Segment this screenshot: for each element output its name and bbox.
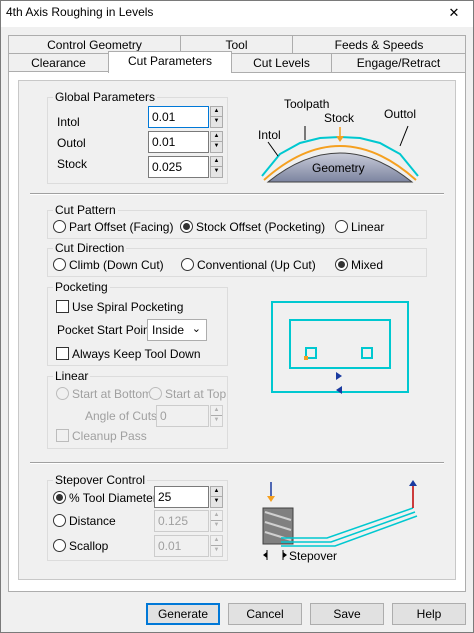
pocket-start-point-value: Inside	[152, 323, 185, 337]
tab-feeds-speeds[interactable]: Feeds & Speeds	[292, 35, 466, 55]
radio-mixed[interactable]	[335, 258, 348, 271]
linear-label[interactable]: Linear	[351, 220, 384, 234]
distance-label[interactable]: Distance	[69, 514, 116, 528]
direction-arrow-1	[336, 372, 342, 380]
part-offset-label[interactable]: Part Offset (Facing)	[69, 220, 173, 234]
scallop-input[interactable]: 0.01	[154, 535, 209, 557]
angle-of-cuts-input[interactable]: 0	[156, 405, 209, 427]
distance-input[interactable]: 0.125	[154, 510, 209, 532]
outtol-pointer	[399, 125, 409, 147]
outer-boundary	[271, 301, 409, 393]
tool-diameter-input[interactable]: 25	[154, 486, 209, 508]
retract-head	[409, 480, 417, 486]
pocket-start-point-label: Pocket Start Point	[57, 323, 154, 337]
outtol-label: Outtol	[384, 107, 416, 121]
radio-climb[interactable]	[53, 258, 66, 271]
scallop-label[interactable]: Scallop	[69, 539, 108, 553]
intol-diagram-label: Intol	[258, 128, 281, 142]
radio-stock-offset[interactable]	[180, 220, 193, 233]
start-top-label[interactable]: Start at Top	[165, 387, 226, 401]
outol-label: Outol	[57, 136, 86, 150]
chevron-down-icon: ⌄	[191, 323, 201, 335]
radio-linear[interactable]	[335, 220, 348, 233]
linear-title: Linear	[55, 369, 89, 383]
intol-input[interactable]: 0.01	[148, 106, 209, 128]
stepover-diagram: Stepover	[262, 480, 418, 563]
cleanup-pass-label[interactable]: Cleanup Pass	[72, 429, 147, 443]
outol-spinner[interactable]: ▲ ▼	[210, 131, 223, 153]
intol-spinner[interactable]: ▲ ▼	[210, 106, 223, 128]
intol-label: Intol	[57, 115, 80, 129]
tab-cut-parameters[interactable]: Cut Parameters	[108, 51, 232, 73]
pass-1	[281, 507, 414, 539]
stock-spinner[interactable]: ▲ ▼	[210, 156, 223, 178]
stock-label: Stock	[57, 157, 88, 171]
stock-input[interactable]: 0.025	[148, 156, 209, 178]
pocket-right	[361, 347, 373, 359]
tool-axis-head	[267, 496, 275, 502]
intol-pointer	[267, 141, 279, 157]
scallop-spinner[interactable]: ▲ ▼	[210, 535, 223, 557]
mixed-label[interactable]: Mixed	[351, 258, 383, 272]
start-bottom-label[interactable]: Start at Bottom	[72, 387, 152, 401]
radio-start-top[interactable]	[149, 387, 162, 400]
start-point-marker	[304, 356, 308, 360]
pocketing-diagram	[271, 301, 409, 394]
cut-pattern-title: Cut Pattern	[55, 203, 116, 217]
cleanup-pass-checkbox[interactable]	[56, 429, 69, 442]
distance-spinner[interactable]: ▲ ▼	[210, 510, 223, 532]
conventional-label[interactable]: Conventional (Up Cut)	[197, 258, 316, 272]
angle-of-cuts-label: Angle of Cuts	[85, 409, 158, 423]
save-button[interactable]: Save	[310, 603, 384, 625]
help-button[interactable]: Help	[392, 603, 466, 625]
cancel-button[interactable]: Cancel	[228, 603, 302, 625]
tolerance-diagram: Toolpath Stock Outtol Intol Geometry	[258, 97, 419, 183]
close-button[interactable]: ✕	[436, 1, 472, 25]
stock-offset-label[interactable]: Stock Offset (Pocketing)	[196, 220, 325, 234]
climb-label[interactable]: Climb (Down Cut)	[69, 258, 164, 272]
global-parameters-title: Global Parameters	[55, 90, 156, 104]
window-title: 4th Axis Roughing in Levels	[6, 5, 154, 19]
stepover-title: Stepover Control	[55, 473, 146, 487]
keep-tool-down-label[interactable]: Always Keep Tool Down	[72, 347, 201, 361]
toolpath-label: Toolpath	[284, 97, 329, 111]
geometry-label: Geometry	[312, 161, 365, 175]
pocket-start-point-select[interactable]: Inside ⌄	[147, 319, 207, 341]
spiral-pocketing-label[interactable]: Use Spiral Pocketing	[72, 300, 183, 314]
pocketing-title: Pocketing	[55, 280, 108, 294]
radio-scallop[interactable]	[53, 539, 66, 552]
stock-arrow-head	[336, 136, 344, 142]
radio-conventional[interactable]	[181, 258, 194, 271]
tool-diameter-label[interactable]: % Tool Diameter	[69, 491, 157, 505]
cut-direction-title: Cut Direction	[55, 241, 125, 255]
stock-diagram-label: Stock	[324, 111, 355, 125]
keep-tool-down-checkbox[interactable]	[56, 347, 69, 360]
radio-part-offset[interactable]	[53, 220, 66, 233]
spiral-pocketing-checkbox[interactable]	[56, 300, 69, 313]
tab-cut-levels[interactable]: Cut Levels	[231, 53, 332, 73]
stepover-diagram-label: Stepover	[289, 549, 337, 563]
radio-distance[interactable]	[53, 514, 66, 527]
inner-offset	[289, 319, 391, 369]
tool-diameter-spinner[interactable]: ▲ ▼	[210, 486, 223, 508]
separator-1	[30, 193, 444, 195]
angle-spinner[interactable]: ▲ ▼	[210, 405, 223, 427]
outol-input[interactable]: 0.01	[148, 131, 209, 153]
radio-tool-diameter[interactable]	[53, 491, 66, 504]
tab-engage-retract[interactable]: Engage/Retract	[331, 53, 466, 73]
separator-2	[30, 462, 444, 464]
generate-button[interactable]: Generate	[146, 603, 220, 625]
radio-start-bottom[interactable]	[56, 387, 69, 400]
tab-clearance[interactable]: Clearance	[8, 53, 109, 73]
